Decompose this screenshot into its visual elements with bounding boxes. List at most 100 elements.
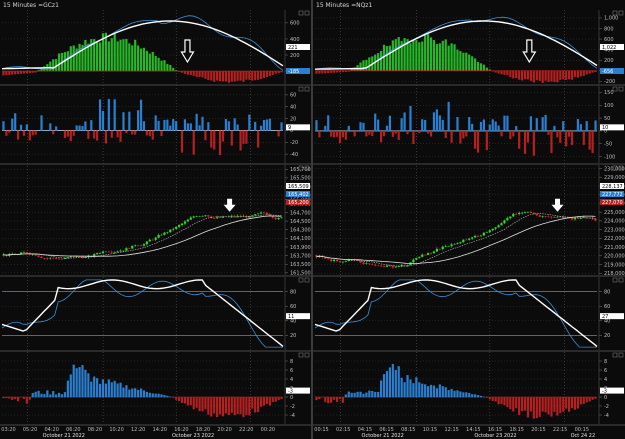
volume-delta-bar xyxy=(409,106,412,132)
volume-delta-bar xyxy=(122,112,125,131)
candle-body xyxy=(403,264,406,266)
oscillator-bar xyxy=(585,397,588,403)
volume-delta-bar xyxy=(52,130,55,135)
axis-tick-label: 40 xyxy=(290,105,296,111)
candle-body xyxy=(96,253,99,255)
macd-histogram-bar xyxy=(137,45,140,72)
macd-signal-line xyxy=(314,16,598,70)
volume-delta-bar xyxy=(2,121,5,131)
oscillator-bar xyxy=(547,397,550,415)
candle-body xyxy=(538,215,541,217)
oscillator-bar xyxy=(494,397,497,402)
axis-value-label: -185 xyxy=(288,69,299,75)
macd-histogram-bar xyxy=(14,71,17,75)
right-chart-nqz1[interactable]: 15 Minutes =NQz1 1,0008006004002000-2001… xyxy=(313,0,625,439)
volume-delta-bar xyxy=(447,101,450,132)
volume-delta-bar xyxy=(186,123,189,131)
candle-body xyxy=(66,257,69,258)
oscillator-bar xyxy=(213,397,216,414)
oscillator-bar xyxy=(318,397,321,400)
candle-body xyxy=(189,217,192,220)
volume-delta-bar xyxy=(403,112,406,132)
volume-delta-bar xyxy=(318,130,321,138)
volume-delta-bar xyxy=(473,130,477,149)
volume-delta-bar xyxy=(87,130,90,139)
volume-delta-bar xyxy=(506,115,509,132)
candle-body xyxy=(450,244,453,247)
macd-histogram-bar xyxy=(230,71,233,82)
volume-delta-bar xyxy=(359,122,362,132)
oscillator-bar xyxy=(482,396,486,398)
macd-histogram-bar xyxy=(189,71,192,75)
candle-body xyxy=(368,263,371,265)
oscillator-bar xyxy=(183,397,187,404)
oscillator-bar xyxy=(338,397,342,399)
macd-line xyxy=(314,20,598,70)
axis-tick-label: 8 xyxy=(604,359,607,365)
oscillator-bar xyxy=(5,397,8,399)
oscillator-bar xyxy=(330,397,333,403)
x-axis-tick-label: 20:20 xyxy=(217,427,231,433)
volume-delta-bar xyxy=(518,130,521,149)
volume-delta-bar xyxy=(84,121,87,131)
axis-tick-label: 222,000 xyxy=(604,236,625,242)
macd-histogram-bar xyxy=(415,40,418,72)
left-chart-gcz1[interactable]: 15 Minutes =GCz1 6004002000221-185604020… xyxy=(0,0,311,439)
volume-delta-bar xyxy=(582,130,585,145)
oscillator-bar xyxy=(503,397,506,406)
volume-delta-bar xyxy=(459,130,462,144)
macd-histogram-bar xyxy=(585,70,588,75)
oscillator-bar xyxy=(529,397,533,412)
candle-body xyxy=(154,237,157,240)
volume-delta-bar xyxy=(11,118,14,131)
candle-body xyxy=(344,261,347,262)
axis-tick-label: 0 xyxy=(290,395,293,401)
macd-histogram-bar xyxy=(576,70,580,78)
candle-body xyxy=(213,218,216,219)
candle-body xyxy=(397,266,400,268)
axis-value-label: -3 xyxy=(288,388,293,394)
macd-histogram-bar xyxy=(131,45,134,72)
macd-histogram-bar xyxy=(500,70,503,75)
candle-body xyxy=(479,235,483,237)
volume-delta-bar xyxy=(265,119,268,131)
macd-histogram-bar xyxy=(169,64,172,72)
axis-tick-label: -40 xyxy=(290,152,298,158)
volume-delta-bar xyxy=(116,130,119,138)
volume-delta-bar xyxy=(482,119,486,132)
volume-delta-bar xyxy=(25,124,28,131)
volume-delta-bar xyxy=(5,130,8,136)
macd-histogram-bar xyxy=(245,71,248,80)
macd-histogram-bar xyxy=(582,70,585,76)
volume-delta-bar xyxy=(594,120,597,132)
volume-delta-bar xyxy=(515,126,518,132)
left-chart-canvas[interactable]: 6004002000221-1856040200-20-409165,70016… xyxy=(0,0,311,439)
macd-histogram-bar xyxy=(459,51,462,72)
macd-histogram-bar xyxy=(424,35,427,72)
candle-body xyxy=(233,215,236,217)
candle-body xyxy=(394,266,397,268)
macd-histogram-bar xyxy=(198,71,201,77)
oscillator-bar xyxy=(397,366,400,398)
x-axis-tick-label: 05:20 xyxy=(23,427,37,433)
oscillator-bar xyxy=(465,392,468,398)
oscillator-bar xyxy=(453,390,456,398)
candle-body xyxy=(385,265,389,267)
oscillator-bar xyxy=(409,379,412,398)
oscillator-bar xyxy=(509,397,512,410)
right-chart-canvas[interactable]: 1,0008006004002000-2001,022-656150100500… xyxy=(313,0,625,439)
oscillator-bar xyxy=(239,397,242,415)
volume-delta-bar xyxy=(556,130,559,138)
candle-body xyxy=(122,250,125,252)
candle-body xyxy=(412,259,415,263)
volume-delta-bar xyxy=(424,119,427,132)
candle-body xyxy=(418,256,421,258)
oscillator-bar xyxy=(450,388,453,398)
volume-delta-bar xyxy=(332,130,336,138)
oscillator-bar xyxy=(204,397,207,410)
volume-delta-bar xyxy=(553,125,556,132)
down-arrow-icon xyxy=(180,39,195,64)
oscillator-bar xyxy=(145,391,148,398)
oscillator-bar xyxy=(350,392,353,398)
volume-delta-bar xyxy=(485,130,488,151)
